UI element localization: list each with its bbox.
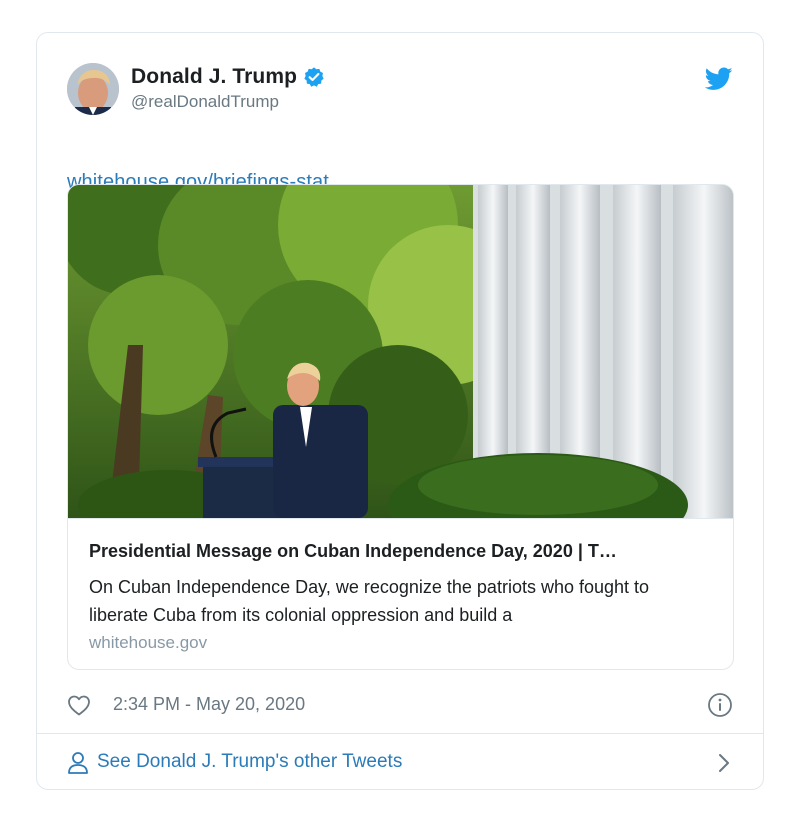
card-image [68, 185, 733, 518]
author-block: Donald J. Trump @realDonaldTrump [131, 65, 325, 112]
author-name[interactable]: Donald J. Trump [131, 65, 297, 89]
heart-icon[interactable] [67, 694, 91, 716]
twitter-bird-icon[interactable] [704, 67, 733, 91]
see-other-tweets-link[interactable]: See Donald J. Trump's other Tweets [97, 751, 402, 773]
avatar[interactable] [67, 63, 119, 115]
timestamp[interactable]: 2:34 PM - May 20, 2020 [113, 694, 305, 715]
tweet-header: Donald J. Trump @realDonaldTrump [67, 63, 733, 119]
tweet-meta: 2:34 PM - May 20, 2020 [67, 692, 733, 720]
link-card[interactable]: Presidential Message on Cuban Independen… [67, 184, 734, 670]
card-title: Presidential Message on Cuban Independen… [89, 541, 617, 561]
verified-badge-icon [303, 66, 325, 88]
card-body: Presidential Message on Cuban Independen… [68, 518, 733, 669]
card-description: On Cuban Independence Day, we recognize … [89, 577, 650, 625]
info-icon[interactable] [707, 692, 733, 718]
embedded-tweet: Donald J. Trump @realDonaldTrump whiteho… [36, 32, 764, 790]
author-handle[interactable]: @realDonaldTrump [131, 92, 325, 112]
card-domain: whitehouse.gov [89, 633, 208, 652]
person-icon [67, 751, 89, 775]
chevron-right-icon[interactable] [717, 752, 731, 774]
see-other-tweets-row[interactable]: See Donald J. Trump's other Tweets [37, 733, 763, 789]
